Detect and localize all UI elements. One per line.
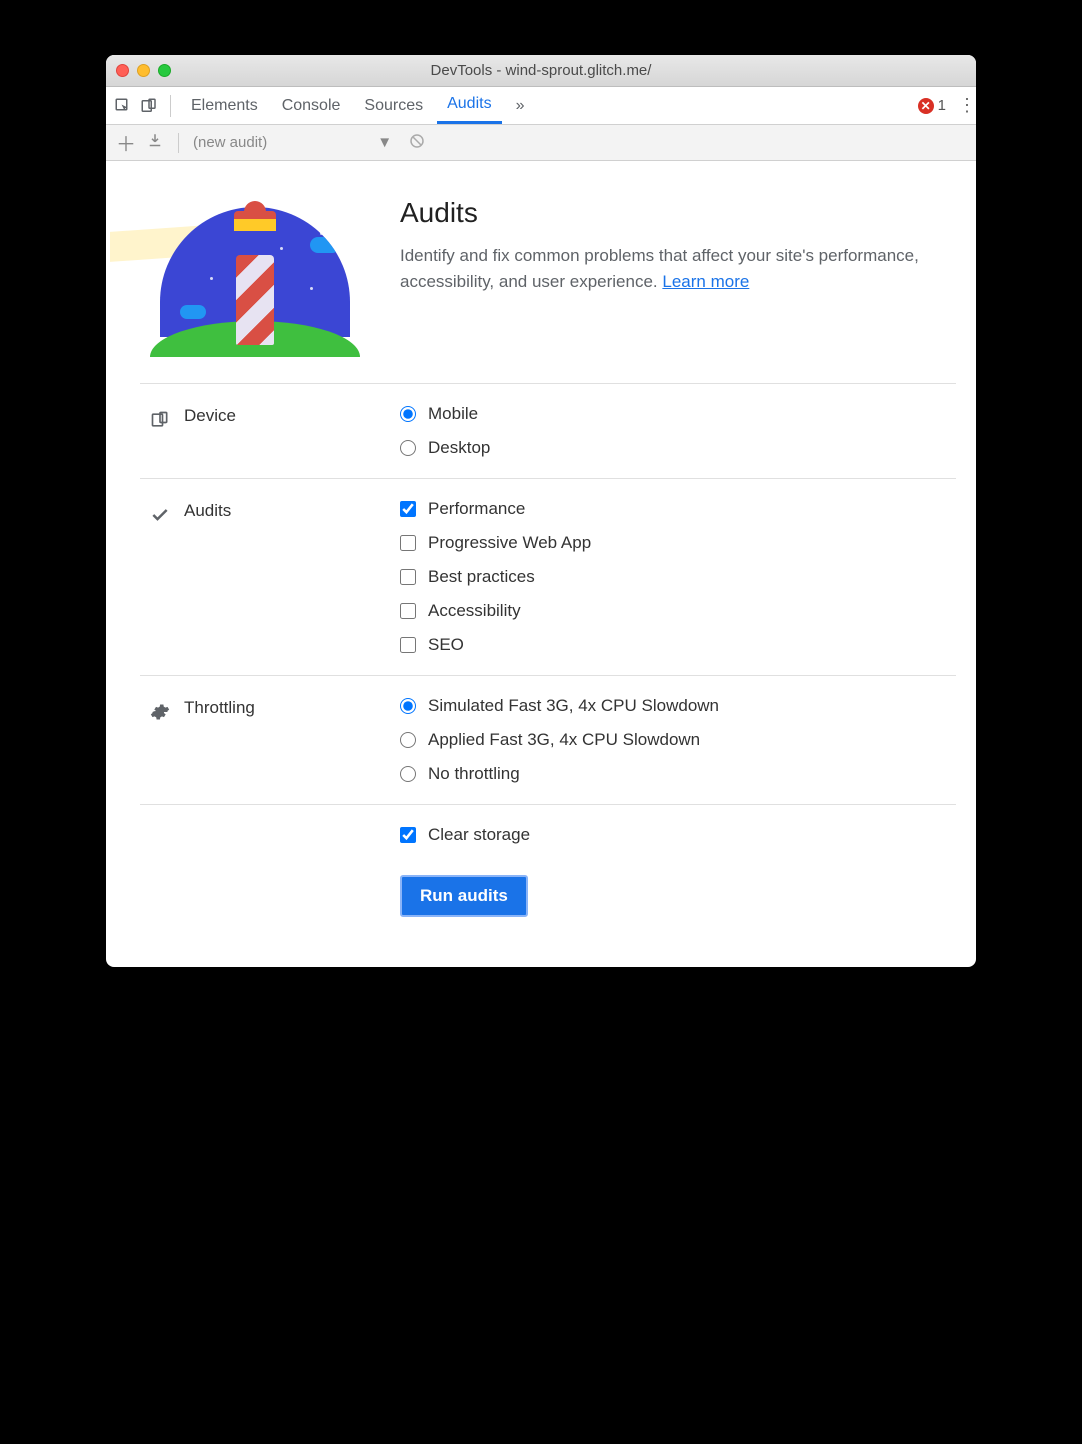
throttling-none[interactable]: No throttling <box>400 764 719 784</box>
audit-select[interactable]: (new audit) ▼ <box>193 134 392 151</box>
page-description: Identify and fix common problems that af… <box>400 243 956 296</box>
device-toggle-icon[interactable] <box>138 95 160 117</box>
check-icon <box>150 503 170 523</box>
panel-tabs: Elements Console Sources Audits » ✕ 1 ⋮ <box>106 87 976 125</box>
audit-accessibility[interactable]: Accessibility <box>400 601 591 621</box>
throttling-none-radio[interactable] <box>400 766 416 782</box>
divider <box>178 133 179 153</box>
menu-icon[interactable]: ⋮ <box>950 95 970 116</box>
audits-panel: Audits Identify and fix common problems … <box>106 161 976 967</box>
titlebar: DevTools - wind-sprout.glitch.me/ <box>106 55 976 87</box>
section-audits: Audits Performance Progressive Web App B… <box>140 478 956 675</box>
audit-best-practices-checkbox[interactable] <box>400 569 416 585</box>
device-mobile-option[interactable]: Mobile <box>400 404 490 424</box>
clear-storage-option[interactable]: Clear storage <box>400 825 530 845</box>
device-desktop-radio[interactable] <box>400 440 416 456</box>
audit-performance[interactable]: Performance <box>400 499 591 519</box>
error-badge[interactable]: ✕ 1 <box>918 97 946 114</box>
error-count: 1 <box>938 97 946 114</box>
device-mobile-radio[interactable] <box>400 406 416 422</box>
section-clear-storage: Clear storage <box>140 804 956 865</box>
section-device: Device Mobile Desktop <box>140 383 956 478</box>
tab-elements[interactable]: Elements <box>181 87 268 124</box>
divider <box>170 95 171 117</box>
hero: Audits Identify and fix common problems … <box>140 197 956 383</box>
tab-sources[interactable]: Sources <box>354 87 433 124</box>
window-controls <box>116 64 171 77</box>
device-label: Device <box>184 406 236 426</box>
minimize-icon[interactable] <box>137 64 150 77</box>
zoom-icon[interactable] <box>158 64 171 77</box>
audit-pwa[interactable]: Progressive Web App <box>400 533 591 553</box>
window-title: DevTools - wind-sprout.glitch.me/ <box>106 62 976 79</box>
audit-seo[interactable]: SEO <box>400 635 591 655</box>
audit-best-practices[interactable]: Best practices <box>400 567 591 587</box>
device-icon <box>150 408 170 428</box>
audit-select-label: (new audit) <box>193 134 267 151</box>
new-audit-icon[interactable]: ＋ <box>116 128 136 157</box>
clear-icon[interactable] <box>408 132 426 154</box>
error-icon: ✕ <box>918 98 934 114</box>
gear-icon <box>150 700 170 720</box>
audit-pwa-checkbox[interactable] <box>400 535 416 551</box>
device-desktop-option[interactable]: Desktop <box>400 438 490 458</box>
page-title: Audits <box>400 197 956 229</box>
throttling-applied-radio[interactable] <box>400 732 416 748</box>
audit-seo-checkbox[interactable] <box>400 637 416 653</box>
section-throttling: Throttling Simulated Fast 3G, 4x CPU Slo… <box>140 675 956 804</box>
tab-more[interactable]: » <box>506 87 535 124</box>
throttling-simulated[interactable]: Simulated Fast 3G, 4x CPU Slowdown <box>400 696 719 716</box>
throttling-applied[interactable]: Applied Fast 3G, 4x CPU Slowdown <box>400 730 719 750</box>
devtools-window: DevTools - wind-sprout.glitch.me/ Elemen… <box>106 55 976 967</box>
close-icon[interactable] <box>116 64 129 77</box>
hero-text: Audits Identify and fix common problems … <box>400 197 956 296</box>
clear-storage-checkbox[interactable] <box>400 827 416 843</box>
tab-console[interactable]: Console <box>272 87 351 124</box>
run-audits-button[interactable]: Run audits <box>400 875 528 917</box>
audits-label: Audits <box>184 501 231 521</box>
audit-accessibility-checkbox[interactable] <box>400 603 416 619</box>
lighthouse-illustration <box>140 197 370 357</box>
throttling-simulated-radio[interactable] <box>400 698 416 714</box>
chevron-down-icon: ▼ <box>377 134 392 151</box>
download-icon[interactable] <box>146 132 164 154</box>
inspect-icon[interactable] <box>112 95 134 117</box>
throttling-label: Throttling <box>184 698 255 718</box>
audits-toolbar: ＋ (new audit) ▼ <box>106 125 976 161</box>
audit-performance-checkbox[interactable] <box>400 501 416 517</box>
tab-audits[interactable]: Audits <box>437 87 501 124</box>
learn-more-link[interactable]: Learn more <box>662 272 749 291</box>
